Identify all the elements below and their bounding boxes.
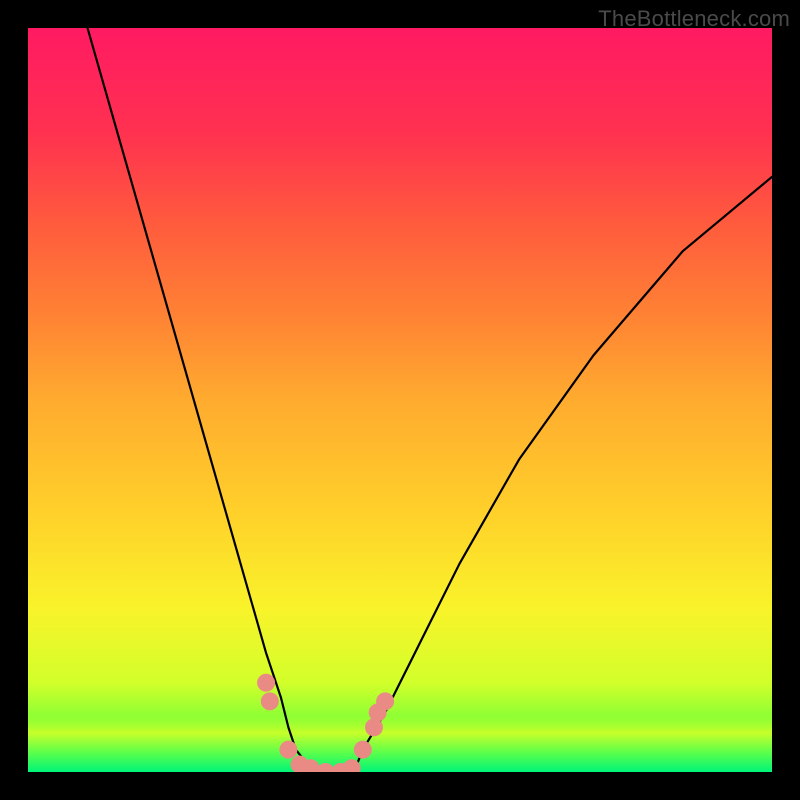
marker-dot	[261, 692, 279, 710]
marker-dot	[257, 674, 275, 692]
plot-area	[28, 28, 772, 772]
chart-svg	[28, 28, 772, 772]
curve-layer	[88, 28, 772, 772]
marker-dot	[279, 741, 297, 759]
watermark-text: TheBottleneck.com	[598, 6, 790, 32]
marker-dot	[354, 741, 372, 759]
marker-dot	[376, 692, 394, 710]
bottleneck-curve	[88, 28, 772, 772]
chart-frame: TheBottleneck.com	[0, 0, 800, 800]
